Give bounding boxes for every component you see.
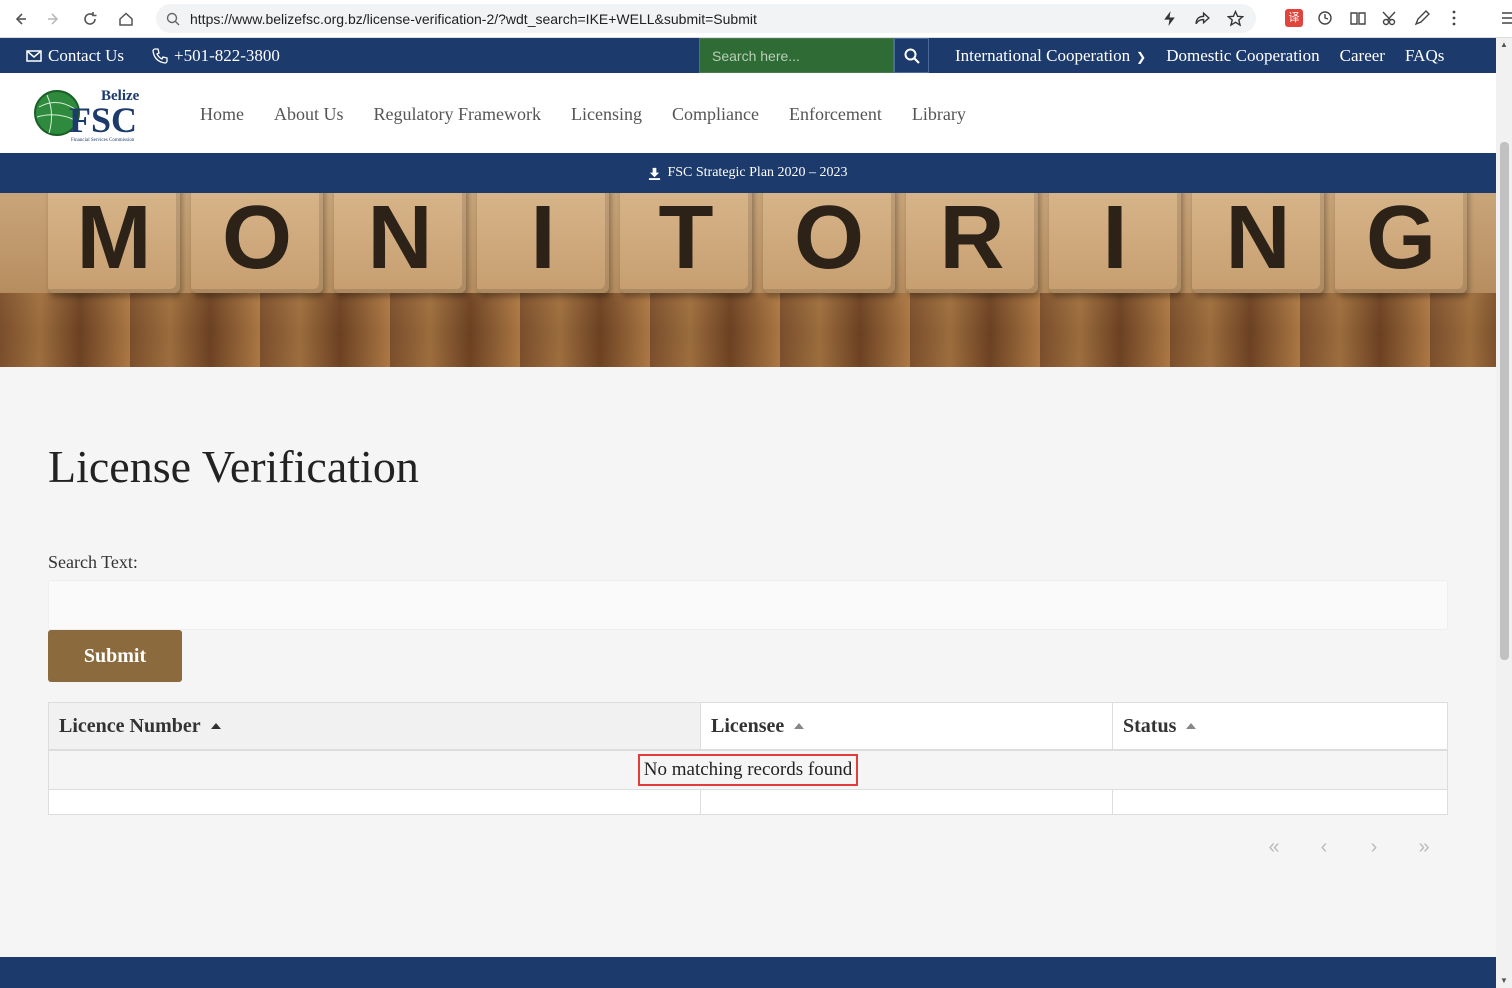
reload-icon[interactable] [72, 1, 108, 37]
column-label: Licence Number [59, 714, 201, 737]
translate-extension-icon[interactable]: 译 [1285, 9, 1303, 27]
table-footer-cell [49, 790, 701, 814]
contact-us-label: Contact Us [48, 46, 125, 65]
hero-letter-block: R [906, 193, 1038, 293]
search-icon [166, 12, 180, 25]
download-icon [649, 167, 661, 180]
back-icon[interactable] [2, 1, 38, 37]
top-link-label: International Cooperation [955, 46, 1131, 65]
contact-us-link[interactable]: Contact Us [26, 46, 124, 66]
fsc-logo[interactable]: Belize FSC Financial Services Commission [33, 85, 153, 143]
hero-letter-block: O [763, 193, 895, 293]
nav-about-us[interactable]: About Us [274, 104, 344, 125]
submit-button[interactable]: Submit [48, 630, 182, 682]
page-title: License Verification [48, 441, 419, 492]
top-link-domestic-cooperation[interactable]: Domestic Cooperation [1166, 46, 1319, 66]
hero-letter-block: N [334, 193, 466, 293]
sidebar-menu-icon[interactable] [1499, 9, 1512, 27]
main-navigation: Home About Us Regulatory Framework Licen… [200, 104, 966, 125]
search-icon [904, 48, 920, 64]
bookmark-star-icon[interactable] [1227, 10, 1244, 27]
last-page-button[interactable]: » [1415, 836, 1433, 859]
column-header-status[interactable]: Status [1113, 703, 1447, 749]
top-link-career[interactable]: Career [1340, 46, 1385, 66]
site-search-button[interactable] [894, 38, 929, 73]
wood-surface [0, 293, 1496, 367]
pagination: « ‹ › » [1265, 836, 1433, 859]
nav-regulatory-framework[interactable]: Regulatory Framework [374, 104, 541, 125]
site-search-box [699, 38, 894, 73]
hero-letter-block: M [48, 193, 180, 293]
home-icon[interactable] [108, 1, 144, 37]
browser-toolbar: https://www.belizefsc.org.bz/license-ver… [0, 0, 1512, 38]
screenshot-icon[interactable] [1381, 9, 1399, 27]
address-bar[interactable]: https://www.belizefsc.org.bz/license-ver… [156, 4, 1256, 33]
lightning-icon[interactable] [1161, 10, 1178, 27]
sign-pen-icon[interactable] [1413, 9, 1431, 27]
license-results-table: Licence Number Licensee Status No matchi… [48, 702, 1448, 815]
strategic-plan-link: FSC Strategic Plan 2020 – 2023 [667, 165, 848, 180]
scroll-thumb[interactable] [1500, 142, 1509, 660]
phone-link[interactable]: +501-822-3800 [152, 46, 280, 66]
site-search-input[interactable] [712, 47, 882, 64]
table-footer-row [49, 790, 1447, 814]
hero-letter-block: I [477, 193, 609, 293]
sort-asc-icon [794, 723, 805, 729]
column-header-licence-number[interactable]: Licence Number [49, 703, 701, 749]
top-links: International Cooperation ❯ Domestic Coop… [955, 46, 1444, 66]
phone-number: +501-822-3800 [174, 46, 280, 65]
hero-letter-block: I [1049, 193, 1181, 293]
top-link-faqs[interactable]: FAQs [1405, 46, 1444, 66]
first-page-button[interactable]: « [1265, 836, 1283, 859]
search-text-input[interactable] [48, 580, 1448, 630]
table-footer-cell [1113, 790, 1447, 814]
logo-main-text: FSC [69, 100, 137, 140]
top-utility-bar: Contact Us +501-822-3800 International C… [0, 38, 1496, 73]
hero-letter-block: O [191, 193, 323, 293]
envelope-icon [26, 50, 42, 62]
hero-banner-image: MONITORING [0, 193, 1496, 367]
history-icon[interactable] [1317, 9, 1335, 27]
previous-page-button[interactable]: ‹ [1315, 836, 1333, 859]
share-icon[interactable] [1194, 10, 1211, 27]
nav-enforcement[interactable]: Enforcement [789, 104, 882, 125]
nav-library[interactable]: Library [912, 104, 966, 125]
url-text: https://www.belizefsc.org.bz/license-ver… [190, 10, 757, 27]
site-header: Belize FSC Financial Services Commission… [0, 73, 1496, 153]
table-header: Licence Number Licensee Status [49, 703, 1447, 751]
column-label: Status [1123, 714, 1177, 737]
site-footer [0, 957, 1496, 988]
hero-letter-block: G [1335, 193, 1467, 293]
sort-asc-icon [1186, 723, 1197, 729]
phone-icon [152, 48, 168, 64]
nav-licensing[interactable]: Licensing [571, 104, 642, 125]
nav-home[interactable]: Home [200, 104, 244, 125]
empty-results-row: No matching records found [49, 751, 1447, 790]
scroll-up-icon[interactable]: ▲ [1499, 40, 1509, 50]
nav-compliance[interactable]: Compliance [672, 104, 759, 125]
column-label: Licensee [711, 714, 785, 737]
logo-sub-text: Financial Services Commission [71, 138, 135, 143]
table-footer-cell [701, 790, 1113, 814]
next-page-button[interactable]: › [1365, 836, 1383, 859]
forward-icon[interactable] [36, 1, 72, 37]
hero-letter-block: T [620, 193, 752, 293]
column-header-licensee[interactable]: Licensee [701, 703, 1113, 749]
page-scrollbar[interactable]: ▲ ▼ [1496, 38, 1512, 988]
more-vertical-icon[interactable] [1445, 9, 1463, 27]
sort-asc-icon [210, 723, 221, 729]
scroll-down-icon[interactable]: ▼ [1499, 976, 1509, 986]
hero-letter-block: N [1192, 193, 1324, 293]
top-link-international-cooperation[interactable]: International Cooperation ❯ [955, 46, 1146, 66]
reader-mode-icon[interactable] [1349, 9, 1367, 27]
strategic-plan-bar[interactable]: FSC Strategic Plan 2020 – 2023 [0, 153, 1496, 193]
chevron-down-icon: ❯ [1136, 50, 1147, 64]
search-text-label: Search Text: [48, 552, 138, 572]
no-records-message: No matching records found [637, 754, 859, 786]
